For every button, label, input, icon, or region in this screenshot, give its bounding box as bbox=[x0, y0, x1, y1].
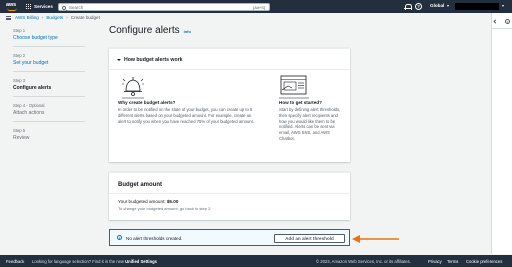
budget-amount-title: Budget amount bbox=[118, 182, 162, 188]
language-notice-text: Looking for language selection? Find it … bbox=[32, 258, 124, 264]
menu-icon[interactable] bbox=[6, 16, 11, 20]
step-label: Attach actions bbox=[13, 110, 45, 116]
divider bbox=[13, 121, 85, 122]
why-title: Why create budget alerts? bbox=[118, 100, 176, 105]
info-icon[interactable]: i bbox=[505, 19, 510, 24]
chevron-down-icon bbox=[502, 5, 504, 7]
divider bbox=[109, 193, 350, 194]
bell-icon bbox=[122, 77, 144, 99]
budget-amount-panel: Budget amount Your budgeted amount: $5.0… bbox=[109, 172, 350, 220]
search-placeholder: Search bbox=[69, 5, 84, 11]
breadcrumb-separator: › bbox=[41, 15, 44, 20]
step-5: Step 5 Review bbox=[13, 128, 29, 141]
breadcrumb-aws-billing[interactable]: AWS Billing bbox=[15, 15, 39, 20]
help-panel-rail bbox=[491, 13, 512, 254]
divider bbox=[13, 96, 85, 97]
notifications-bell-icon[interactable] bbox=[404, 3, 412, 10]
no-alerts-info-box: i No alert thresholds created. Add an al… bbox=[109, 229, 350, 246]
page-title: Configure alerts Info bbox=[109, 25, 191, 36]
cookie-preferences-link[interactable]: Cookie preferences bbox=[466, 259, 502, 264]
search-icon bbox=[62, 5, 66, 10]
divider bbox=[109, 69, 350, 70]
top-navigation: aws Services Search [Alt+S] ? Global bbox=[0, 0, 512, 13]
page-heading: Configure alerts bbox=[109, 25, 180, 36]
expandable-header[interactable]: How budget alerts work bbox=[117, 57, 183, 63]
browser-window-icon bbox=[279, 75, 309, 99]
account-menu-redacted[interactable] bbox=[455, 3, 499, 10]
region-selector[interactable]: Global bbox=[430, 3, 444, 8]
breadcrumb: AWS Billing › Budgets › Create budget bbox=[15, 15, 100, 20]
privacy-link[interactable]: Privacy bbox=[428, 259, 442, 264]
step-label: Review bbox=[13, 135, 30, 141]
info-icon: i bbox=[117, 235, 122, 241]
step-number: Step 2 bbox=[13, 53, 26, 58]
step-number: Step 3 bbox=[13, 78, 26, 83]
services-label: Services bbox=[34, 4, 53, 9]
step-3: Step 3 Configure alerts bbox=[13, 78, 51, 91]
chevron-down-icon bbox=[447, 5, 449, 7]
breadcrumb-budgets[interactable]: Budgets bbox=[46, 15, 63, 20]
step-1[interactable]: Step 1 Choose budget type bbox=[13, 28, 58, 41]
budget-amount-hint: To change your budgeted amount, go back … bbox=[118, 206, 212, 211]
step-label[interactable]: Choose budget type bbox=[13, 35, 58, 41]
divider bbox=[13, 46, 85, 47]
help-icon[interactable]: ? bbox=[415, 3, 422, 10]
step-4: Step 4 - Optional Attach actions bbox=[13, 103, 44, 116]
breadcrumb-create-budget: Create budget bbox=[70, 15, 100, 20]
panel-title: How budget alerts work bbox=[124, 57, 183, 63]
how-alerts-work-panel: How budget alerts work Why create budget… bbox=[109, 48, 350, 162]
get-started-text: Start by defining alert thresholds, then… bbox=[279, 107, 341, 141]
search-shortcut: [Alt+S] bbox=[253, 5, 265, 11]
get-started-column: How to get started? Start by defining al… bbox=[279, 75, 342, 142]
budgeted-amount-value: $5.00 bbox=[166, 199, 179, 204]
caret-down-icon bbox=[117, 59, 121, 61]
no-alerts-text: No alert thresholds created. bbox=[126, 235, 183, 241]
divider bbox=[491, 28, 512, 29]
browser-illustration bbox=[279, 75, 311, 99]
step-label: Configure alerts bbox=[13, 85, 52, 91]
step-number: Step 4 - Optional bbox=[13, 103, 45, 108]
budgeted-amount: Your budgeted amount: $5.00 bbox=[118, 199, 178, 204]
unified-settings-link[interactable]: Unified Settings bbox=[125, 259, 157, 264]
add-alert-threshold-button[interactable]: Add an alert threshold bbox=[274, 233, 345, 243]
feedback-link[interactable]: Feedback bbox=[6, 259, 24, 264]
grid-icon bbox=[26, 4, 31, 9]
budgeted-amount-label: Your budgeted amount: bbox=[118, 199, 166, 204]
footer: Feedback Looking for language selection?… bbox=[0, 255, 512, 267]
bell-illustration bbox=[118, 75, 144, 99]
why-text: In order to be notified on the state of … bbox=[118, 107, 254, 124]
services-menu[interactable]: Services bbox=[26, 3, 53, 10]
step-2[interactable]: Step 2 Set your budget bbox=[13, 53, 48, 66]
divider bbox=[13, 71, 85, 72]
info-link[interactable]: Info bbox=[184, 29, 191, 34]
search-input[interactable]: Search [Alt+S] bbox=[58, 3, 270, 11]
step-number: Step 1 bbox=[13, 28, 26, 33]
copyright: © 2023, Amazon Web Services, Inc. or its… bbox=[316, 258, 411, 264]
why-column: Why create budget alerts? In order to be… bbox=[118, 75, 258, 124]
breadcrumb-separator: › bbox=[66, 15, 68, 20]
aws-logo[interactable]: aws bbox=[6, 2, 20, 11]
arrow-left-icon bbox=[352, 235, 399, 243]
aws-smile-icon bbox=[7, 8, 17, 11]
terms-link[interactable]: Terms bbox=[447, 259, 458, 264]
get-started-title: How to get started? bbox=[279, 100, 322, 105]
step-label[interactable]: Set your budget bbox=[13, 60, 48, 66]
step-number: Step 5 bbox=[13, 128, 26, 133]
language-notice: Looking for language selection? Find it … bbox=[32, 259, 157, 264]
